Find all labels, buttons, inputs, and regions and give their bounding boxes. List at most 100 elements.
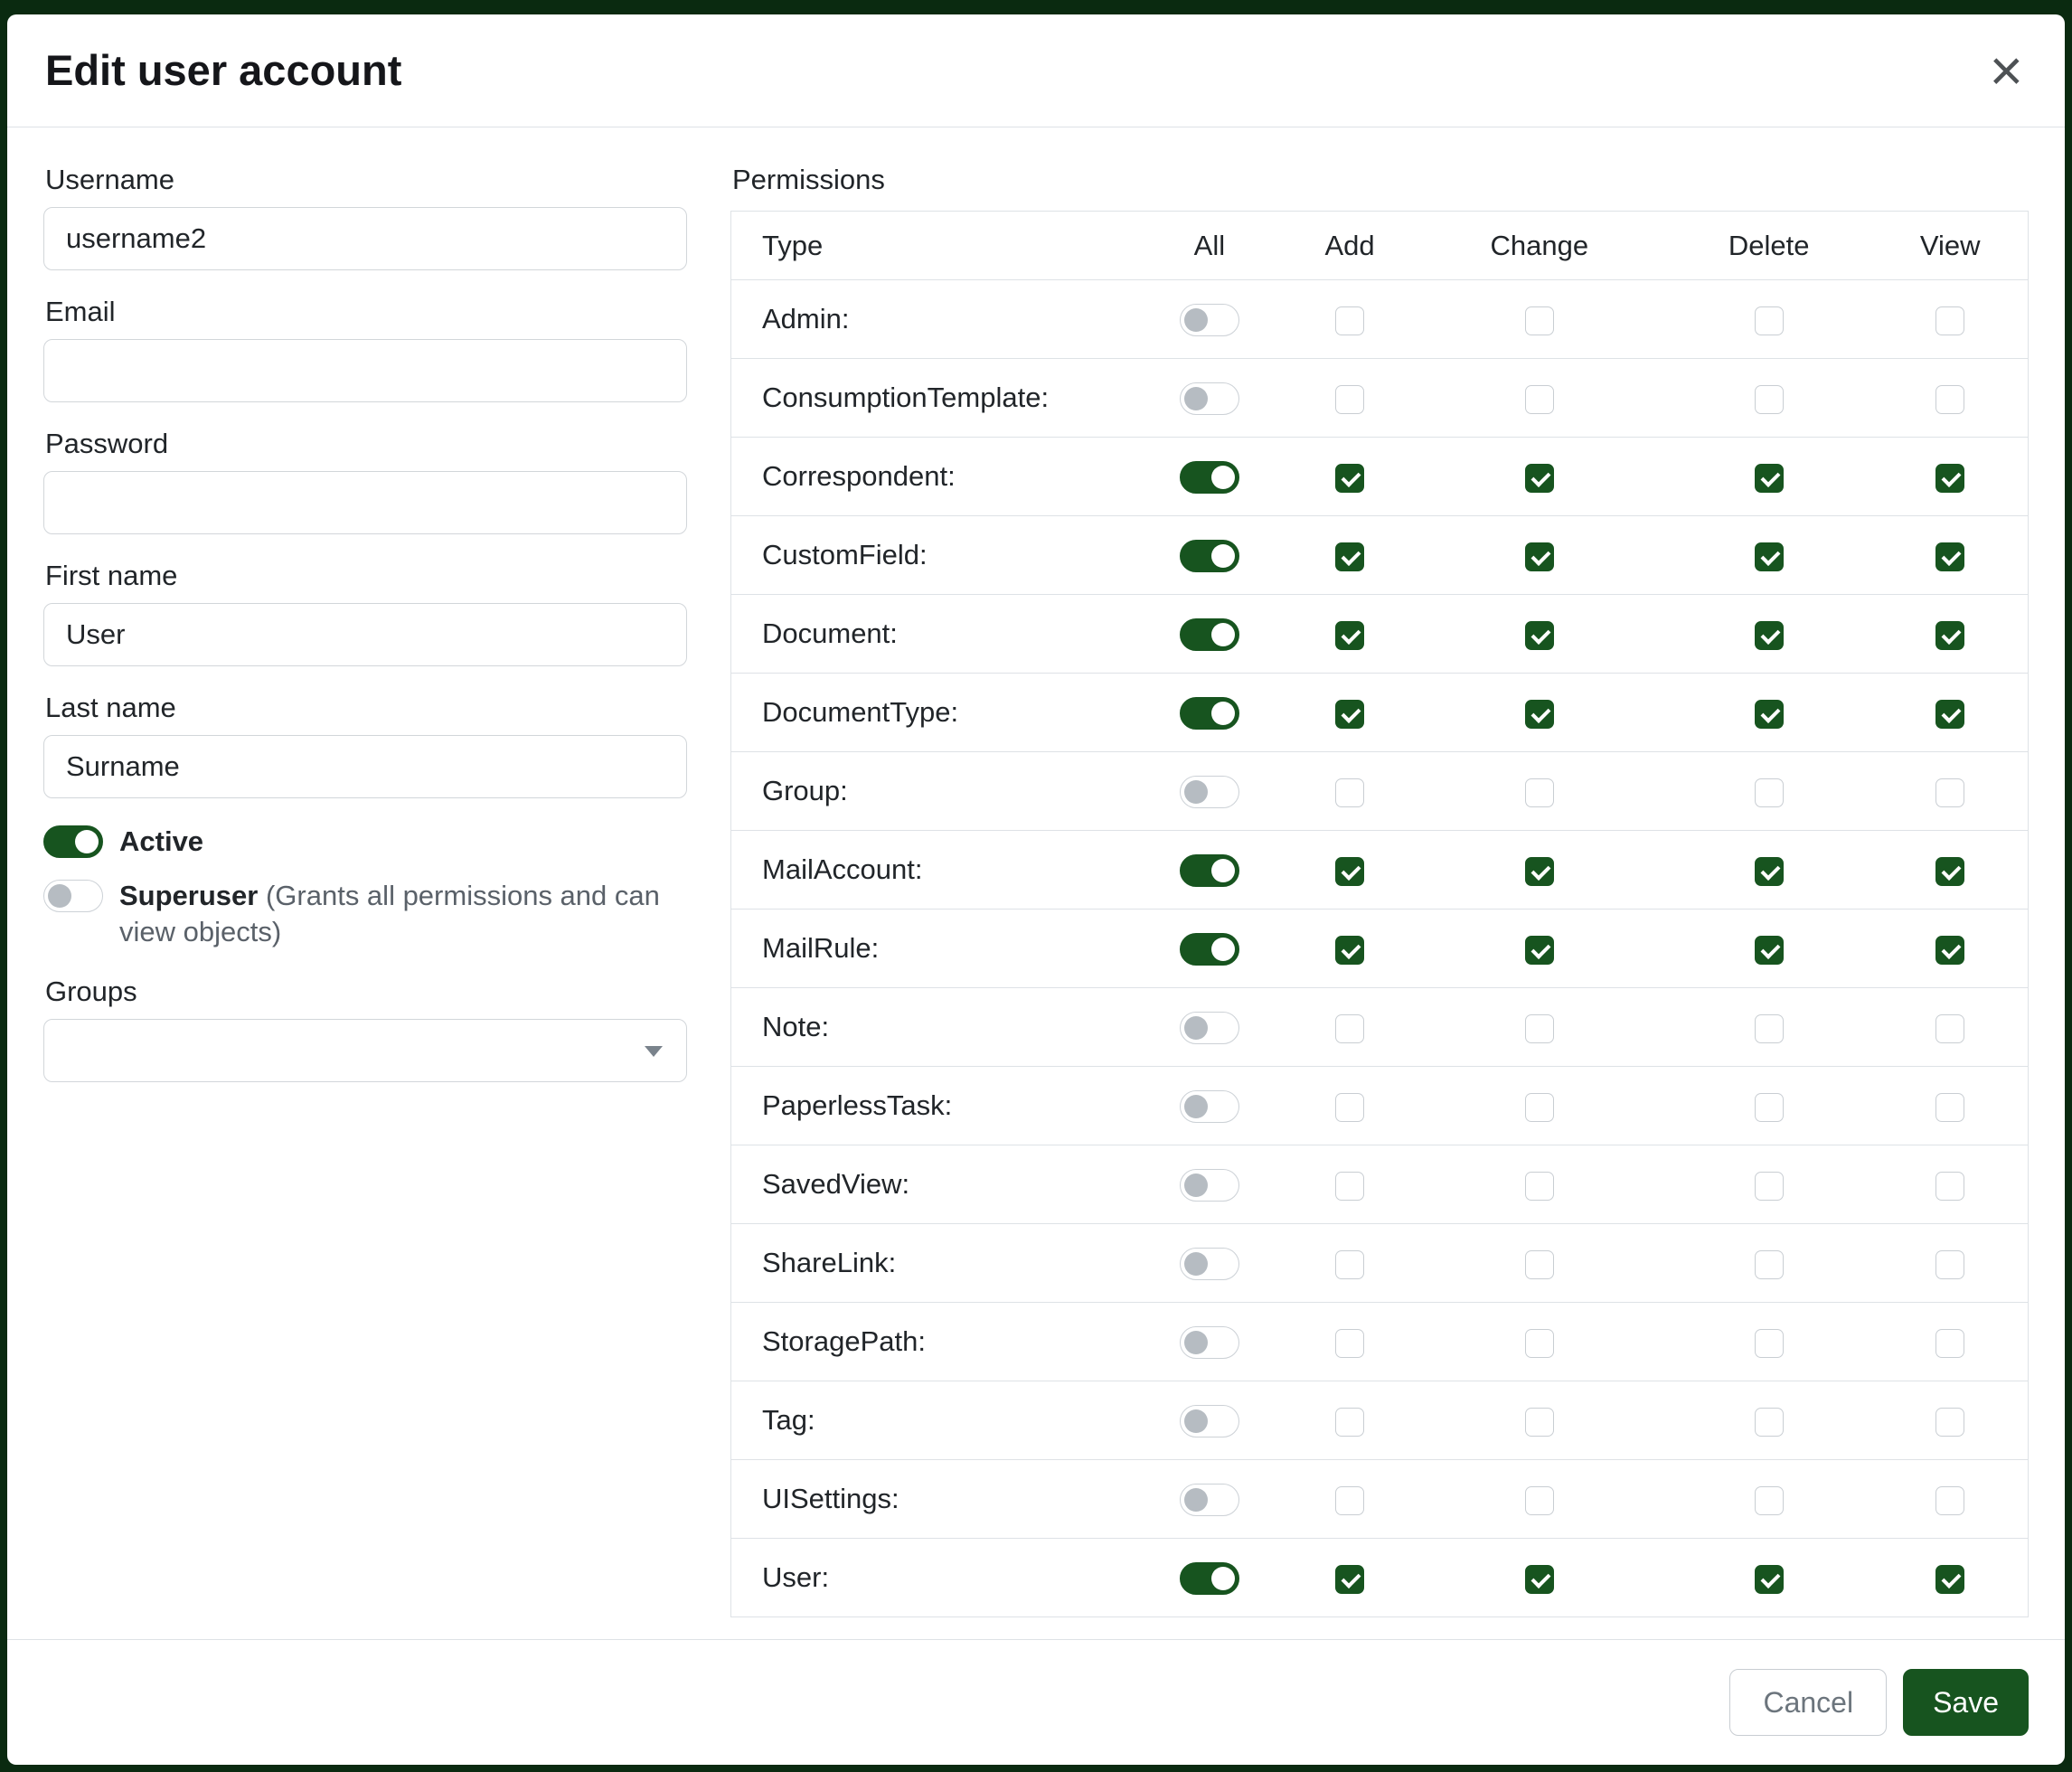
- permission-delete-checkbox[interactable]: [1755, 1329, 1784, 1358]
- permission-change-checkbox[interactable]: [1525, 542, 1554, 571]
- permission-view-checkbox[interactable]: [1935, 1486, 1964, 1515]
- permission-all-toggle[interactable]: [1180, 697, 1239, 730]
- permission-add-checkbox[interactable]: [1335, 464, 1364, 493]
- permission-delete-checkbox[interactable]: [1755, 464, 1784, 493]
- groups-select[interactable]: [43, 1019, 687, 1082]
- permission-all-toggle[interactable]: [1180, 540, 1239, 572]
- permission-change-checkbox[interactable]: [1525, 464, 1554, 493]
- permission-all-toggle[interactable]: [1180, 618, 1239, 651]
- permission-change-checkbox[interactable]: [1525, 1408, 1554, 1437]
- permission-change-checkbox[interactable]: [1525, 1172, 1554, 1201]
- permission-add-checkbox[interactable]: [1335, 1172, 1364, 1201]
- permission-view-checkbox[interactable]: [1935, 385, 1964, 414]
- permission-all-toggle[interactable]: [1180, 1012, 1239, 1044]
- permission-delete-checkbox[interactable]: [1755, 306, 1784, 335]
- permission-change-checkbox[interactable]: [1525, 1329, 1554, 1358]
- permission-change-checkbox[interactable]: [1525, 700, 1554, 729]
- permission-all-toggle[interactable]: [1180, 1326, 1239, 1359]
- permission-delete-checkbox[interactable]: [1755, 1486, 1784, 1515]
- permission-view-checkbox[interactable]: [1935, 857, 1964, 886]
- permission-view-checkbox[interactable]: [1935, 778, 1964, 807]
- permission-view-checkbox[interactable]: [1935, 306, 1964, 335]
- permission-change-checkbox[interactable]: [1525, 778, 1554, 807]
- permission-change-checkbox[interactable]: [1525, 1093, 1554, 1122]
- permission-add-checkbox[interactable]: [1335, 1408, 1364, 1437]
- permission-row: Correspondent:: [731, 438, 2029, 516]
- permission-all-toggle[interactable]: [1180, 1562, 1239, 1595]
- permission-add-checkbox[interactable]: [1335, 1486, 1364, 1515]
- permission-delete-checkbox[interactable]: [1755, 1172, 1784, 1201]
- permission-view-checkbox[interactable]: [1935, 542, 1964, 571]
- toggle-knob: [1184, 1252, 1208, 1276]
- permission-delete-checkbox[interactable]: [1755, 1565, 1784, 1594]
- permission-change-checkbox[interactable]: [1525, 936, 1554, 965]
- permission-delete-checkbox[interactable]: [1755, 621, 1784, 650]
- permission-view-checkbox[interactable]: [1935, 1014, 1964, 1043]
- permission-change-checkbox[interactable]: [1525, 1014, 1554, 1043]
- permission-all-toggle[interactable]: [1180, 304, 1239, 336]
- permission-all-toggle[interactable]: [1180, 776, 1239, 808]
- permission-delete-checkbox[interactable]: [1755, 857, 1784, 886]
- permission-change-checkbox[interactable]: [1525, 306, 1554, 335]
- permission-view-checkbox[interactable]: [1935, 936, 1964, 965]
- permission-add-checkbox[interactable]: [1335, 1093, 1364, 1122]
- permission-delete-checkbox[interactable]: [1755, 385, 1784, 414]
- permission-delete-checkbox[interactable]: [1755, 542, 1784, 571]
- permission-add-checkbox[interactable]: [1335, 700, 1364, 729]
- permission-add-checkbox[interactable]: [1335, 306, 1364, 335]
- permission-delete-checkbox[interactable]: [1755, 1014, 1784, 1043]
- permission-delete-checkbox[interactable]: [1755, 936, 1784, 965]
- permission-change-checkbox[interactable]: [1525, 1565, 1554, 1594]
- first-name-input[interactable]: [43, 603, 687, 666]
- permission-delete-checkbox[interactable]: [1755, 778, 1784, 807]
- permission-add-checkbox[interactable]: [1335, 1014, 1364, 1043]
- permission-view-checkbox[interactable]: [1935, 621, 1964, 650]
- permission-add-checkbox[interactable]: [1335, 621, 1364, 650]
- permission-all-toggle[interactable]: [1180, 1484, 1239, 1516]
- permission-add-checkbox[interactable]: [1335, 857, 1364, 886]
- permissions-panel: Permissions Type All Add Change Delete V…: [730, 164, 2029, 1639]
- permission-change-checkbox[interactable]: [1525, 385, 1554, 414]
- password-input[interactable]: [43, 471, 687, 534]
- permission-change-checkbox[interactable]: [1525, 621, 1554, 650]
- permission-view-checkbox[interactable]: [1935, 1408, 1964, 1437]
- permission-add-checkbox[interactable]: [1335, 1565, 1364, 1594]
- permission-add-checkbox[interactable]: [1335, 542, 1364, 571]
- permission-all-toggle[interactable]: [1180, 382, 1239, 415]
- permission-change-checkbox[interactable]: [1525, 1486, 1554, 1515]
- active-toggle[interactable]: [43, 825, 103, 858]
- username-input[interactable]: [43, 207, 687, 270]
- permission-add-checkbox[interactable]: [1335, 778, 1364, 807]
- permission-view-checkbox[interactable]: [1935, 1565, 1964, 1594]
- permission-view-checkbox[interactable]: [1935, 1329, 1964, 1358]
- permission-view-checkbox[interactable]: [1935, 1093, 1964, 1122]
- permission-delete-checkbox[interactable]: [1755, 700, 1784, 729]
- permission-view-checkbox[interactable]: [1935, 1250, 1964, 1279]
- permission-delete-checkbox[interactable]: [1755, 1408, 1784, 1437]
- permission-delete-checkbox[interactable]: [1755, 1250, 1784, 1279]
- permission-all-toggle[interactable]: [1180, 1248, 1239, 1280]
- permission-all-toggle[interactable]: [1180, 1090, 1239, 1123]
- cancel-button[interactable]: Cancel: [1729, 1669, 1887, 1736]
- permission-all-toggle[interactable]: [1180, 1169, 1239, 1202]
- permission-delete-checkbox[interactable]: [1755, 1093, 1784, 1122]
- permission-change-checkbox[interactable]: [1525, 1250, 1554, 1279]
- toggle-knob: [1211, 859, 1235, 882]
- permission-all-toggle[interactable]: [1180, 1405, 1239, 1437]
- permission-change-checkbox[interactable]: [1525, 857, 1554, 886]
- permission-view-checkbox[interactable]: [1935, 1172, 1964, 1201]
- permission-add-checkbox[interactable]: [1335, 1329, 1364, 1358]
- email-input[interactable]: [43, 339, 687, 402]
- save-button[interactable]: Save: [1903, 1669, 2029, 1736]
- permission-view-checkbox[interactable]: [1935, 700, 1964, 729]
- permission-all-toggle[interactable]: [1180, 933, 1239, 966]
- permission-view-checkbox[interactable]: [1935, 464, 1964, 493]
- permission-all-toggle[interactable]: [1180, 461, 1239, 494]
- permission-add-checkbox[interactable]: [1335, 936, 1364, 965]
- superuser-toggle[interactable]: [43, 880, 103, 912]
- permission-all-toggle[interactable]: [1180, 854, 1239, 887]
- close-icon[interactable]: ×: [1986, 42, 2027, 99]
- permission-add-checkbox[interactable]: [1335, 385, 1364, 414]
- permission-add-checkbox[interactable]: [1335, 1250, 1364, 1279]
- last-name-input[interactable]: [43, 735, 687, 798]
